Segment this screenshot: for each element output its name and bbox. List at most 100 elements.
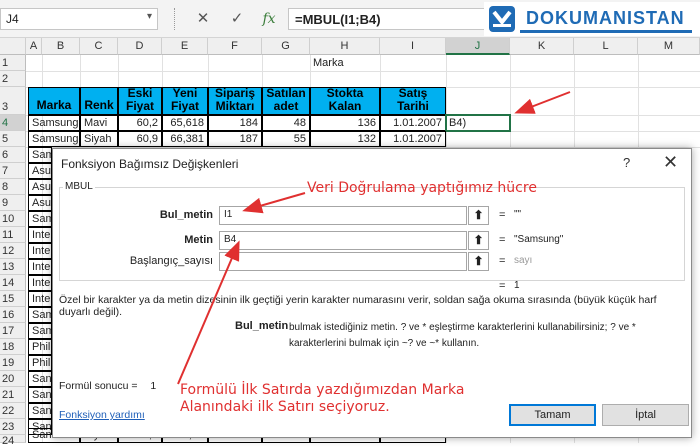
col-header-g[interactable]: G bbox=[262, 38, 310, 55]
row-header-4[interactable]: 4 bbox=[0, 115, 26, 131]
row-header-11[interactable]: 11 bbox=[0, 227, 26, 243]
insert-function-icon[interactable]: fx bbox=[256, 8, 282, 30]
col-header-a[interactable]: A bbox=[26, 38, 42, 55]
cell-e4[interactable]: 65,618 bbox=[162, 115, 208, 131]
col-header-l[interactable]: L bbox=[574, 38, 638, 55]
row-header-10[interactable]: 10 bbox=[0, 211, 26, 227]
header-yeni-fiyat[interactable]: Yeni Fiyat bbox=[162, 87, 208, 115]
metin-input[interactable]: B4 bbox=[219, 231, 467, 250]
row-header-8[interactable]: 8 bbox=[0, 179, 26, 195]
cell-b16[interactable]: Samsu bbox=[28, 307, 52, 323]
chevron-down-icon[interactable]: ▾ bbox=[147, 11, 152, 22]
cell-i4[interactable]: 1.01.2007 bbox=[380, 115, 446, 131]
col-header-b[interactable]: B bbox=[42, 38, 80, 55]
annotation-top: Veri Doğrulama yaptığımız hücre bbox=[307, 180, 537, 196]
header-renk[interactable]: Renk bbox=[80, 87, 118, 115]
row-header-18[interactable]: 18 bbox=[0, 339, 26, 355]
row-header-19[interactable]: 19 bbox=[0, 355, 26, 371]
select-all-corner[interactable] bbox=[0, 38, 26, 55]
row-header-1[interactable]: 1 bbox=[0, 55, 26, 71]
cell-b7[interactable]: Asus bbox=[28, 163, 52, 179]
collapse-dialog-icon[interactable]: ⬆ bbox=[468, 231, 489, 250]
row-header-13[interactable]: 13 bbox=[0, 259, 26, 275]
row-header-9[interactable]: 9 bbox=[0, 195, 26, 211]
cell-b6[interactable]: Samsun bbox=[28, 147, 52, 163]
cell-b21[interactable]: Sansu bbox=[28, 387, 52, 403]
cell-b22[interactable]: Sansu bbox=[28, 403, 52, 419]
header-stokta-kalan[interactable]: Stokta Kalan bbox=[310, 87, 380, 115]
function-description: Özel bir karakter ya da metin dizesinin … bbox=[59, 294, 657, 318]
function-help-link[interactable]: Fonksiyon yardımı bbox=[59, 409, 145, 421]
cell-b14[interactable]: Intel bbox=[28, 275, 52, 291]
col-header-k[interactable]: K bbox=[510, 38, 574, 55]
row-header-6[interactable]: 6 bbox=[0, 147, 26, 163]
col-header-j[interactable]: J bbox=[446, 38, 510, 55]
cell-b15[interactable]: Intel bbox=[28, 291, 52, 307]
cell-f5[interactable]: 187 bbox=[208, 131, 262, 147]
row-header-16[interactable]: 16 bbox=[0, 307, 26, 323]
header-satilan-adet[interactable]: Satılan adet bbox=[262, 87, 310, 115]
cell-e5[interactable]: 66,381 bbox=[162, 131, 208, 147]
header-satis-tarihi[interactable]: Satış Tarihi bbox=[380, 87, 446, 115]
col-header-m[interactable]: M bbox=[638, 38, 700, 55]
header-marka[interactable]: Marka bbox=[28, 87, 80, 115]
cell-b5[interactable]: Samsung bbox=[28, 131, 80, 147]
cell-b18[interactable]: Philli bbox=[28, 339, 52, 355]
row-header-7[interactable]: 7 bbox=[0, 163, 26, 179]
ok-button[interactable]: Tamam bbox=[509, 404, 596, 426]
cell-b13[interactable]: Intel bbox=[28, 259, 52, 275]
cell-b9[interactable]: Asus bbox=[28, 195, 52, 211]
cell-d4[interactable]: 60,2 bbox=[118, 115, 162, 131]
cell-h5[interactable]: 132 bbox=[310, 131, 380, 147]
col-header-d[interactable]: D bbox=[118, 38, 162, 55]
cell-c5[interactable]: Siyah bbox=[80, 131, 118, 147]
row-header-12[interactable]: 12 bbox=[0, 243, 26, 259]
cell-i5[interactable]: 1.01.2007 bbox=[380, 131, 446, 147]
row-header-22[interactable]: 22 bbox=[0, 403, 26, 419]
cell-d5[interactable]: 60,9 bbox=[118, 131, 162, 147]
header-siparis-miktari[interactable]: Sipariş Miktarı bbox=[208, 87, 262, 115]
cell-b4[interactable]: Samsung bbox=[28, 115, 80, 131]
col-header-c[interactable]: C bbox=[80, 38, 118, 55]
col-header-i[interactable]: I bbox=[380, 38, 446, 55]
row-header-15[interactable]: 15 bbox=[0, 291, 26, 307]
row-header-23[interactable]: 23 bbox=[0, 419, 26, 435]
cell-c4[interactable]: Mavi bbox=[80, 115, 118, 131]
help-icon[interactable]: ? bbox=[623, 155, 630, 170]
row-header-20[interactable]: 20 bbox=[0, 371, 26, 387]
row-header-24[interactable]: 24 bbox=[0, 435, 26, 447]
collapse-dialog-icon[interactable]: ⬆ bbox=[468, 252, 489, 271]
row-header-3[interactable]: 3 bbox=[0, 87, 26, 115]
cell-b10[interactable]: Samsu bbox=[28, 211, 52, 227]
cancel-button[interactable]: İptal bbox=[602, 404, 689, 426]
bul-metin-input[interactable]: I1 bbox=[219, 206, 467, 225]
title-cell[interactable]: Marka bbox=[310, 55, 380, 71]
cell-b12[interactable]: Intel bbox=[28, 243, 52, 259]
cell-b19[interactable]: Philli bbox=[28, 355, 52, 371]
name-box[interactable]: J4 ▾ bbox=[0, 8, 158, 30]
col-header-e[interactable]: E bbox=[162, 38, 208, 55]
cell-b8[interactable]: Asus bbox=[28, 179, 52, 195]
arg-label-baslangic-sayisi: Başlangıç_sayısı bbox=[129, 255, 213, 267]
confirm-edit-icon[interactable]: ✓ bbox=[224, 8, 250, 30]
row-header-5[interactable]: 5 bbox=[0, 131, 26, 147]
baslangic-sayisi-input[interactable] bbox=[219, 252, 467, 271]
cell-b20[interactable]: Sansu bbox=[28, 371, 52, 387]
row-header-2[interactable]: 2 bbox=[0, 71, 26, 87]
col-header-h[interactable]: H bbox=[310, 38, 380, 55]
cell-g4[interactable]: 48 bbox=[262, 115, 310, 131]
cell-b11[interactable]: Intel bbox=[28, 227, 52, 243]
header-eski-fiyat[interactable]: Eski Fiyat bbox=[118, 87, 162, 115]
row-header-17[interactable]: 17 bbox=[0, 323, 26, 339]
cell-g5[interactable]: 55 bbox=[262, 131, 310, 147]
cell-b17[interactable]: Samsu bbox=[28, 323, 52, 339]
cancel-edit-icon[interactable]: ✕ bbox=[190, 8, 216, 30]
collapse-dialog-icon[interactable]: ⬆ bbox=[468, 206, 489, 225]
header-text: Miktarı bbox=[215, 99, 255, 113]
close-icon[interactable]: ✕ bbox=[663, 152, 678, 173]
row-header-14[interactable]: 14 bbox=[0, 275, 26, 291]
col-header-f[interactable]: F bbox=[208, 38, 262, 55]
row-header-21[interactable]: 21 bbox=[0, 387, 26, 403]
cell-h4[interactable]: 136 bbox=[310, 115, 380, 131]
cell-f4[interactable]: 184 bbox=[208, 115, 262, 131]
